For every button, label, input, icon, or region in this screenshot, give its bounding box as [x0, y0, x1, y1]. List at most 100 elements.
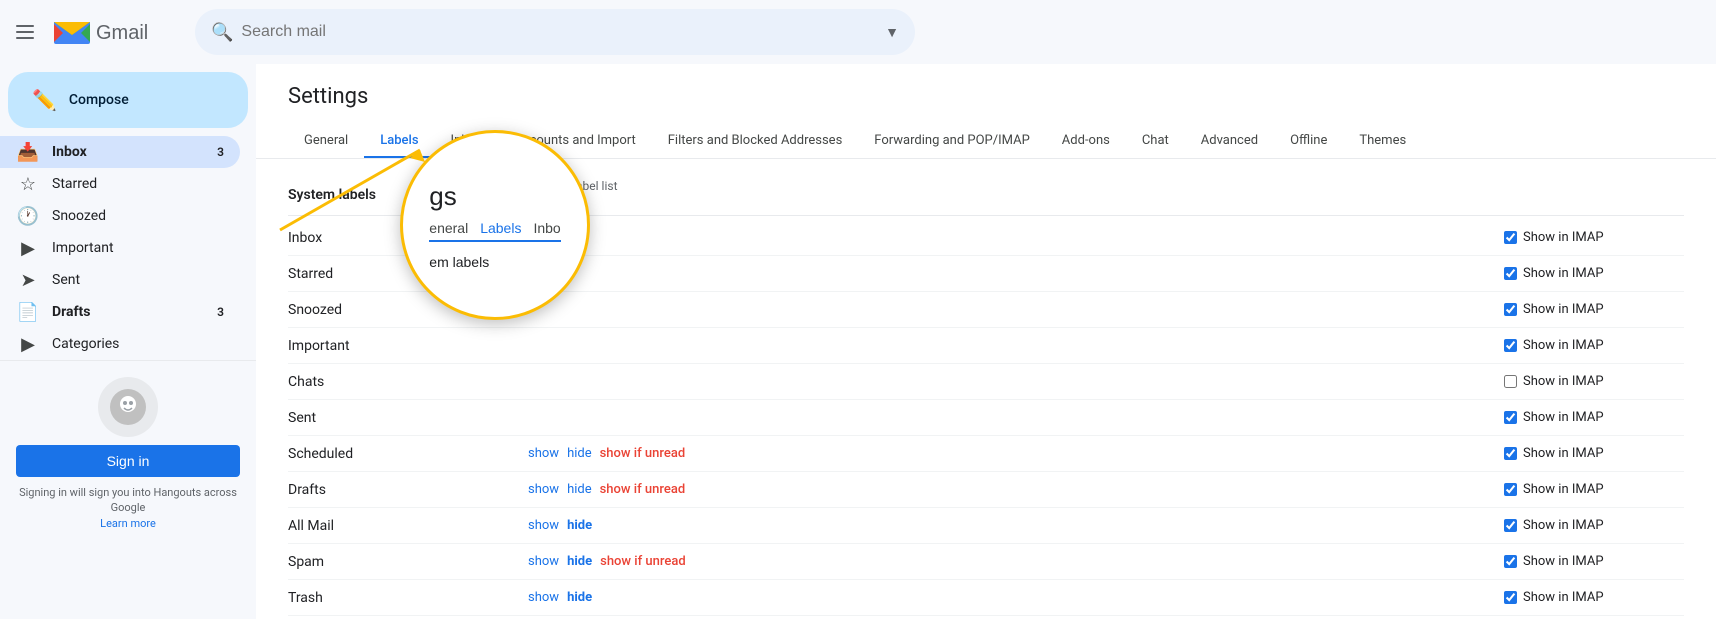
sidebar-item-sent[interactable]: ➤ Sent — [0, 264, 240, 296]
imap-checkbox-drafts[interactable] — [1504, 483, 1517, 496]
tab-chat[interactable]: Chat — [1126, 125, 1185, 159]
sidebar-item-snoozed[interactable]: 🕐 Snoozed — [0, 200, 240, 232]
sidebar-item-inbox[interactable]: 📥 Inbox 3 — [0, 136, 240, 168]
imap-label: Show in IMAP — [1523, 482, 1604, 497]
label-row-important: Important Show in IMAP — [288, 328, 1684, 364]
imap-checkbox-important[interactable] — [1504, 339, 1517, 352]
label-imap-chats: Show in IMAP — [1504, 374, 1684, 389]
scheduled-show-link[interactable]: show — [528, 446, 559, 461]
zoom-circle: gs eneral Labels Inbo em labels — [400, 130, 590, 320]
hangouts-avatar — [98, 377, 158, 437]
imap-label: Show in IMAP — [1523, 302, 1604, 317]
menu-icon[interactable] — [16, 22, 36, 42]
imap-checkbox-inbox[interactable] — [1504, 231, 1517, 244]
tab-filters-and-blocked[interactable]: Filters and Blocked Addresses — [652, 125, 859, 159]
categories-icon: ▶ — [16, 334, 40, 355]
imap-label: Show in IMAP — [1523, 446, 1604, 461]
search-bar[interactable]: 🔍 ▼ — [195, 9, 915, 55]
inbox-icon: 📥 — [16, 142, 40, 163]
zoom-system-labels-text: em labels — [429, 254, 560, 270]
spam-show-if-unread-link[interactable]: show if unread — [600, 554, 686, 569]
label-imap-snoozed: Show in IMAP — [1504, 302, 1684, 317]
scheduled-show-if-unread-link[interactable]: show if unread — [600, 446, 686, 461]
tab-forwarding[interactable]: Forwarding and POP/IMAP — [858, 125, 1046, 159]
imap-checkbox-sent[interactable] — [1504, 411, 1517, 424]
trash-show-link[interactable]: show — [528, 590, 559, 605]
gmail-logo-icon — [52, 17, 92, 47]
compose-button[interactable]: ✏️ Compose — [8, 72, 248, 128]
hangouts-icon — [108, 387, 148, 427]
search-input[interactable] — [241, 23, 877, 41]
imap-label: Show in IMAP — [1523, 410, 1604, 425]
label-row-sent: Sent Show in IMAP — [288, 400, 1684, 436]
label-imap-starred: Show in IMAP — [1504, 266, 1684, 281]
sidebar-item-label: Starred — [52, 176, 224, 192]
settings-header: Settings — [256, 64, 1716, 109]
imap-label: Show in IMAP — [1523, 338, 1604, 353]
zoom-inbox-text: Inbo — [533, 220, 560, 236]
imap-label: Show in IMAP — [1523, 266, 1604, 281]
hangouts-signin-button[interactable]: Sign in — [16, 445, 240, 477]
imap-checkbox-spam[interactable] — [1504, 555, 1517, 568]
label-name-important: Important — [288, 338, 528, 354]
sidebar-item-label: Sent — [52, 272, 224, 288]
label-row-allmail: All Mail show hide Show in IMAP — [288, 508, 1684, 544]
tab-advanced[interactable]: Advanced — [1185, 125, 1274, 159]
trash-hide-link[interactable]: hide — [567, 590, 592, 605]
imap-checkbox-snoozed[interactable] — [1504, 303, 1517, 316]
label-name-trash: Trash — [288, 590, 528, 606]
imap-label: Show in IMAP — [1523, 230, 1604, 245]
label-imap-spam: Show in IMAP — [1504, 554, 1684, 569]
zoom-general-text: eneral — [429, 220, 468, 236]
imap-label: Show in IMAP — [1523, 590, 1604, 605]
sidebar-item-drafts[interactable]: 📄 Drafts 3 — [0, 296, 240, 328]
svg-text:Gmail: Gmail — [96, 22, 148, 44]
sidebar-item-important[interactable]: ▶ Important — [0, 232, 240, 264]
imap-checkbox-scheduled[interactable] — [1504, 447, 1517, 460]
imap-checkbox-allmail[interactable] — [1504, 519, 1517, 532]
label-actions-spam: show hide show if unread — [528, 554, 1016, 569]
important-icon: ▶ — [16, 238, 40, 259]
imap-label: Show in IMAP — [1523, 554, 1604, 569]
compose-label: Compose — [69, 92, 129, 108]
spam-hide-link[interactable]: hide — [567, 554, 592, 569]
search-dropdown-icon[interactable]: ▼ — [885, 24, 899, 41]
hangouts-description: Signing in will sign you into Hangouts a… — [16, 485, 240, 531]
imap-label: Show in IMAP — [1523, 518, 1604, 533]
tab-offline[interactable]: Offline — [1274, 125, 1343, 159]
snoozed-icon: 🕐 — [16, 206, 40, 227]
label-imap-important: Show in IMAP — [1504, 338, 1684, 353]
drafts-show-if-unread-link[interactable]: show if unread — [600, 482, 686, 497]
label-name-sent: Sent — [288, 410, 528, 426]
zoom-labels-text: Labels — [480, 220, 521, 242]
compose-icon: ✏️ — [32, 88, 57, 112]
imap-checkbox-starred[interactable] — [1504, 267, 1517, 280]
allmail-hide-link[interactable]: hide — [567, 518, 592, 533]
sent-icon: ➤ — [16, 270, 40, 291]
tab-general[interactable]: General — [288, 125, 364, 159]
search-icon: 🔍 — [211, 22, 233, 43]
spam-show-link[interactable]: show — [528, 554, 559, 569]
sidebar-item-starred[interactable]: ☆ Starred — [0, 168, 240, 200]
imap-checkbox-chats[interactable] — [1504, 375, 1517, 388]
label-name-spam: Spam — [288, 554, 528, 570]
gmail-wordmark: Gmail — [96, 17, 171, 47]
drafts-show-link[interactable]: show — [528, 482, 559, 497]
sidebar-item-categories[interactable]: ▶ Categories — [0, 328, 240, 360]
scheduled-hide-link[interactable]: hide — [567, 446, 592, 461]
drafts-hide-link[interactable]: hide — [567, 482, 592, 497]
drafts-count: 3 — [217, 305, 224, 319]
hangouts-learn-more-link[interactable]: Learn more — [100, 517, 156, 530]
imap-checkbox-trash[interactable] — [1504, 591, 1517, 604]
sidebar-item-label: Important — [52, 240, 224, 256]
tab-labels[interactable]: Labels — [364, 125, 434, 159]
label-imap-allmail: Show in IMAP — [1504, 518, 1684, 533]
gmail-logo: Gmail — [52, 17, 171, 47]
allmail-show-link[interactable]: show — [528, 518, 559, 533]
sidebar-item-label: Snoozed — [52, 208, 224, 224]
label-name-allmail: All Mail — [288, 518, 528, 534]
show-in-label-list-header: Show in label list — [528, 179, 1016, 207]
tab-addons[interactable]: Add-ons — [1046, 125, 1126, 159]
tab-themes[interactable]: Themes — [1343, 125, 1422, 159]
label-imap-drafts: Show in IMAP — [1504, 482, 1684, 497]
